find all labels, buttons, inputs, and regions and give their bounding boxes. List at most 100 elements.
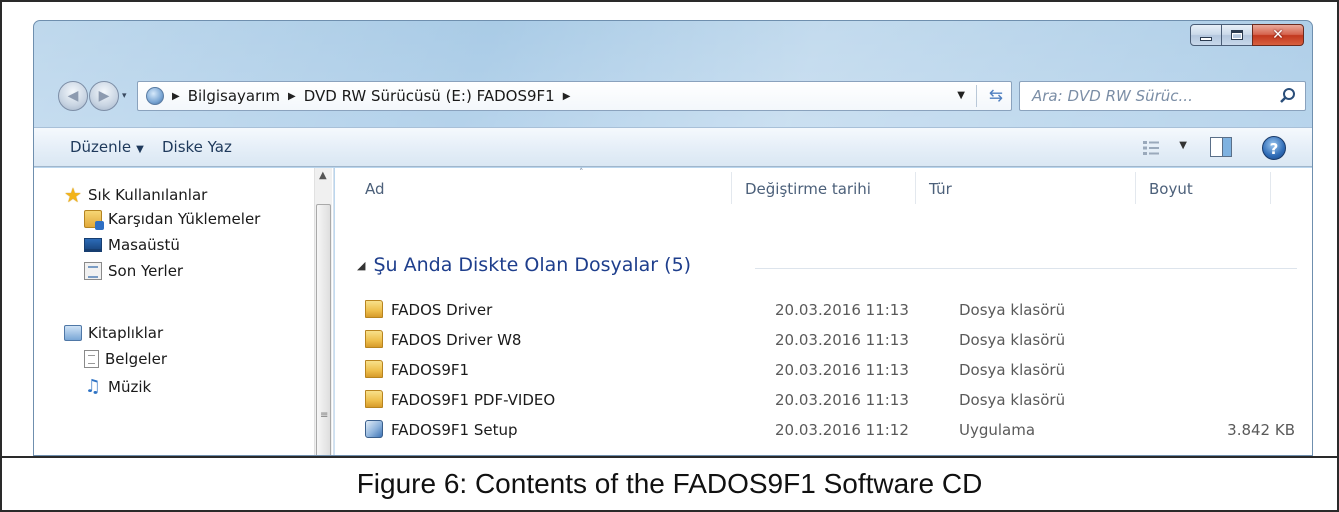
computer-globe-icon — [146, 87, 164, 105]
minimize-button[interactable] — [1190, 24, 1222, 46]
breadcrumb-separator-icon[interactable]: ▶ — [563, 91, 571, 102]
column-divider[interactable] — [915, 172, 916, 204]
list-item[interactable]: FADOS9F1 20.03.2016 11:13 Dosya klasörü — [365, 356, 1295, 386]
sidebar-item-label: Sık Kullanılanlar — [88, 186, 208, 204]
file-name: FADOS9F1 Setup — [391, 421, 518, 439]
sidebar-item-libraries[interactable]: Kitaplıklar — [64, 324, 163, 342]
figure-caption: Figure 6: Contents of the FADOS9F1 Softw… — [356, 468, 983, 499]
file-date: 20.03.2016 11:13 — [775, 361, 909, 379]
breadcrumb-separator-icon[interactable]: ▶ — [288, 91, 296, 102]
organize-button[interactable]: Düzenle ▼ — [70, 138, 144, 156]
list-item[interactable]: FADOS Driver 20.03.2016 11:13 Dosya klas… — [365, 296, 1295, 326]
address-dropdown-icon[interactable]: ▼ — [957, 90, 965, 101]
sidebar-item-label: Masaüstü — [108, 236, 180, 254]
scroll-up-icon[interactable]: ▲ — [319, 170, 327, 181]
file-size: 3.842 KB — [1227, 421, 1295, 439]
column-header-size[interactable]: Boyut — [1149, 180, 1193, 198]
sidebar-item-music[interactable]: ♫ Müzik — [84, 376, 152, 397]
file-name: FADOS9F1 — [391, 361, 470, 379]
close-button[interactable]: ✕ — [1252, 24, 1304, 46]
sidebar-item-label: Son Yerler — [108, 262, 184, 280]
downloads-icon — [84, 210, 104, 230]
file-date: 20.03.2016 11:13 — [775, 391, 909, 409]
column-divider[interactable] — [1135, 172, 1136, 204]
sidebar-item-label: Belgeler — [105, 350, 167, 368]
list-item[interactable]: FADOS9F1 Setup 20.03.2016 11:12 Uygulama… — [365, 416, 1295, 446]
forward-button[interactable]: ▶ — [89, 81, 119, 111]
scrollbar-grip-icon: ≡ — [320, 410, 329, 421]
sidebar-item-label: Kitaplıklar — [88, 324, 164, 342]
star-icon: ★ — [64, 183, 82, 207]
list-item[interactable]: FADOS9F1 PDF-VIDEO 20.03.2016 11:13 Dosy… — [365, 386, 1295, 416]
column-header-date[interactable]: Değiştirme tarihi — [745, 180, 871, 198]
group-header[interactable]: ◢ Şu Anda Diskte Olan Dosyalar (5) — [357, 254, 691, 276]
column-divider[interactable] — [1270, 172, 1271, 204]
file-date: 20.03.2016 11:13 — [775, 331, 909, 349]
sidebar-item-label: Müzik — [108, 378, 152, 396]
back-button[interactable]: ◀ — [58, 81, 88, 111]
libraries-icon — [64, 325, 82, 341]
file-type: Dosya klasörü — [959, 331, 1066, 349]
file-name: FADOS Driver — [391, 301, 493, 319]
sidebar-item-favorites[interactable]: ★ Sık Kullanılanlar — [64, 183, 208, 207]
column-header-name[interactable]: Ad — [365, 180, 385, 198]
forward-arrow-icon: ▶ — [98, 88, 110, 104]
minimize-icon — [1200, 37, 1212, 41]
column-header-type[interactable]: Tür — [929, 180, 952, 198]
close-icon: ✕ — [1272, 27, 1284, 43]
search-icon[interactable] — [1279, 87, 1297, 105]
explorer-window: ✕ ◀ ▶ ▾ ▶ Bilgisayarım ▶ DVD RW Sürücüsü… — [33, 20, 1313, 456]
sidebar-item-label: Karşıdan Yüklemeler — [108, 210, 261, 228]
burn-to-disc-button[interactable]: Diske Yaz — [162, 138, 232, 156]
back-arrow-icon: ◀ — [67, 88, 79, 104]
column-headers: ˄ Ad Değiştirme tarihi Tür Boyut — [335, 168, 1312, 206]
breadcrumb-separator-icon[interactable]: ▶ — [172, 91, 180, 102]
preview-pane-icon[interactable] — [1210, 137, 1232, 157]
maximize-button[interactable] — [1222, 24, 1252, 46]
address-divider — [976, 85, 977, 107]
organize-label: Düzenle — [70, 138, 132, 156]
navigation-pane: ★ Sık Kullanılanlar Karşıdan Yüklemeler … — [34, 168, 334, 455]
folder-icon — [365, 390, 383, 408]
group-divider — [755, 268, 1297, 269]
music-icon: ♫ — [84, 376, 102, 397]
refresh-icon[interactable]: ⇆ — [989, 86, 1003, 106]
sidebar-item-documents[interactable]: Belgeler — [84, 350, 167, 368]
file-name: FADOS9F1 PDF-VIDEO — [391, 391, 556, 409]
chevron-down-icon: ▼ — [136, 144, 144, 155]
list-item[interactable]: FADOS Driver W8 20.03.2016 11:13 Dosya k… — [365, 326, 1295, 356]
burn-to-disc-label: Diske Yaz — [162, 138, 232, 156]
command-toolbar: Düzenle ▼ Diske Yaz ▼ ? — [34, 127, 1312, 167]
search-input[interactable]: Ara: DVD RW Sürüc... — [1019, 81, 1306, 111]
column-divider[interactable] — [731, 172, 732, 204]
breadcrumb-dvd-drive[interactable]: DVD RW Sürücüsü (E:) FADOS9F1 — [304, 87, 555, 105]
file-type: Dosya klasörü — [959, 301, 1066, 319]
group-title: Şu Anda Diskte Olan Dosyalar (5) — [373, 254, 692, 276]
recent-places-icon — [84, 262, 102, 280]
file-date: 20.03.2016 11:13 — [775, 301, 909, 319]
change-view-icon[interactable] — [1142, 140, 1160, 156]
help-icon[interactable]: ? — [1262, 136, 1286, 160]
application-icon — [365, 420, 383, 438]
sidebar-item-downloads[interactable]: Karşıdan Yüklemeler — [84, 210, 261, 230]
file-type: Uygulama — [959, 421, 1036, 439]
documents-icon — [84, 350, 99, 368]
view-options-dropdown-icon[interactable]: ▼ — [1179, 140, 1187, 151]
folder-icon — [365, 300, 383, 318]
collapse-group-icon[interactable]: ◢ — [357, 259, 365, 272]
file-date: 20.03.2016 11:12 — [775, 421, 909, 439]
file-list-pane: ˄ Ad Değiştirme tarihi Tür Boyut ◢ Şu An… — [335, 168, 1312, 455]
sidebar-scrollbar[interactable]: ▲ ≡ — [314, 168, 332, 455]
folder-icon — [365, 330, 383, 348]
sort-ascending-icon: ˄ — [579, 168, 584, 178]
recent-pages-dropdown[interactable]: ▾ — [122, 91, 127, 101]
breadcrumb-computer[interactable]: Bilgisayarım — [188, 87, 280, 105]
window-caption-buttons: ✕ — [1190, 24, 1304, 46]
sidebar-item-recent-places[interactable]: Son Yerler — [84, 262, 183, 280]
file-type: Dosya klasörü — [959, 361, 1066, 379]
file-type: Dosya klasörü — [959, 391, 1066, 409]
navigation-bar: ◀ ▶ ▾ ▶ Bilgisayarım ▶ DVD RW Sürücüsü (… — [34, 77, 1312, 117]
search-placeholder: Ara: DVD RW Sürüc... — [1032, 87, 1193, 105]
address-bar[interactable]: ▶ Bilgisayarım ▶ DVD RW Sürücüsü (E:) FA… — [137, 81, 1012, 111]
sidebar-item-desktop[interactable]: Masaüstü — [84, 236, 180, 254]
